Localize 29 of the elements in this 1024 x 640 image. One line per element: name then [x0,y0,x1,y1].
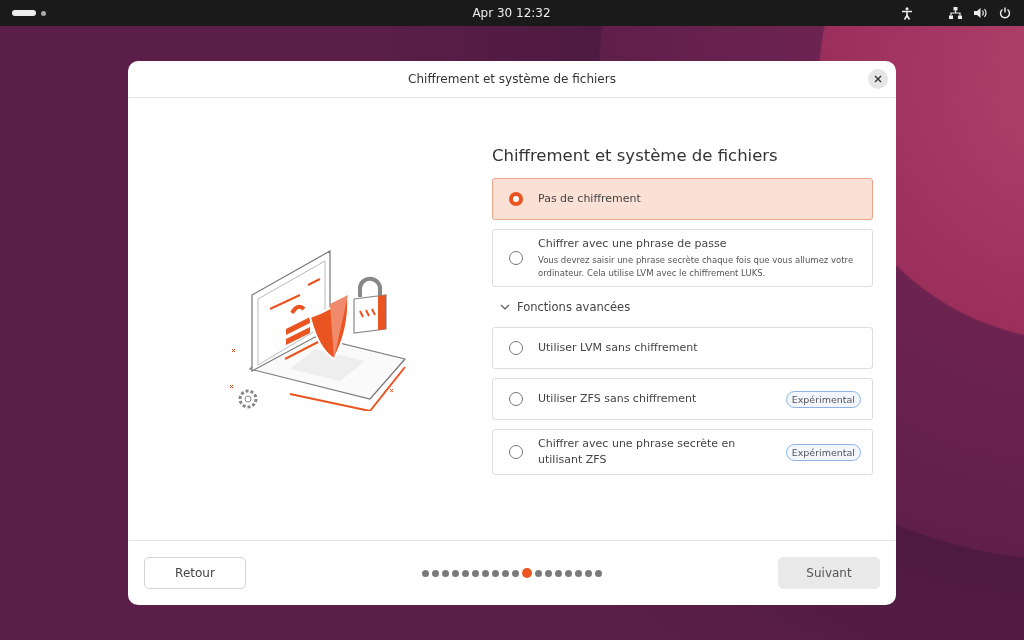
option-label: Utiliser ZFS sans chiffrement [538,391,698,407]
experimental-badge: Expérimental [785,390,861,408]
volume-icon[interactable] [974,7,987,19]
option-row[interactable]: Chiffrer avec une phrase de passe Vous devrez saisir une phrase secrète chaque fois que vous allumez votre ordinateur. Cela utilise LVM avec le chiffrement LUKS. [492,229,873,287]
experimental-badge: Expérimental [785,443,861,461]
chevron-down-icon [500,304,510,310]
option-label: Chiffrer avec une phrase secrète en utilisant ZFS [538,436,737,468]
workspace-dot-icon[interactable] [41,10,46,16]
accessibility-icon[interactable] [901,6,913,20]
option-row[interactable]: Pas de chiffrement [492,178,873,220]
option-row[interactable]: Utiliser LVM sans chiffrement [492,327,873,369]
option-row[interactable]: Utiliser ZFS sans chiffrement Expérimental [492,378,873,420]
option-label: Chiffrer avec une phrase de passe [538,236,728,252]
close-icon [874,75,882,83]
option-label: Pas de chiffrement [538,191,642,207]
network-icon[interactable] [949,7,962,19]
workspace-indicator-icon[interactable] [12,10,36,16]
power-icon[interactable] [999,7,1011,19]
radio-button[interactable] [509,192,523,206]
back-button[interactable]: Retour [144,557,246,589]
page-heading: Chiffrement et système de fichiers [492,146,779,165]
dialog-title: Chiffrement et système de fichiers [408,72,616,86]
option-label: Utiliser LVM sans chiffrement [538,340,699,356]
close-button[interactable] [868,69,888,89]
option-description: Vous devrez saisir une phrase secrète chaque fois que vous allumez votre ordinateur. Cela utilise LVM avec le chiffrement LUKS. [538,254,855,280]
advanced-expander[interactable]: Fonctions avancées [492,296,631,318]
option-row[interactable]: Chiffrer avec une phrase secrète en utilisant ZFS Expérimental [492,429,873,475]
next-button[interactable]: Suivant [778,557,880,589]
clock[interactable]: Apr 30 12:32 [472,6,551,20]
